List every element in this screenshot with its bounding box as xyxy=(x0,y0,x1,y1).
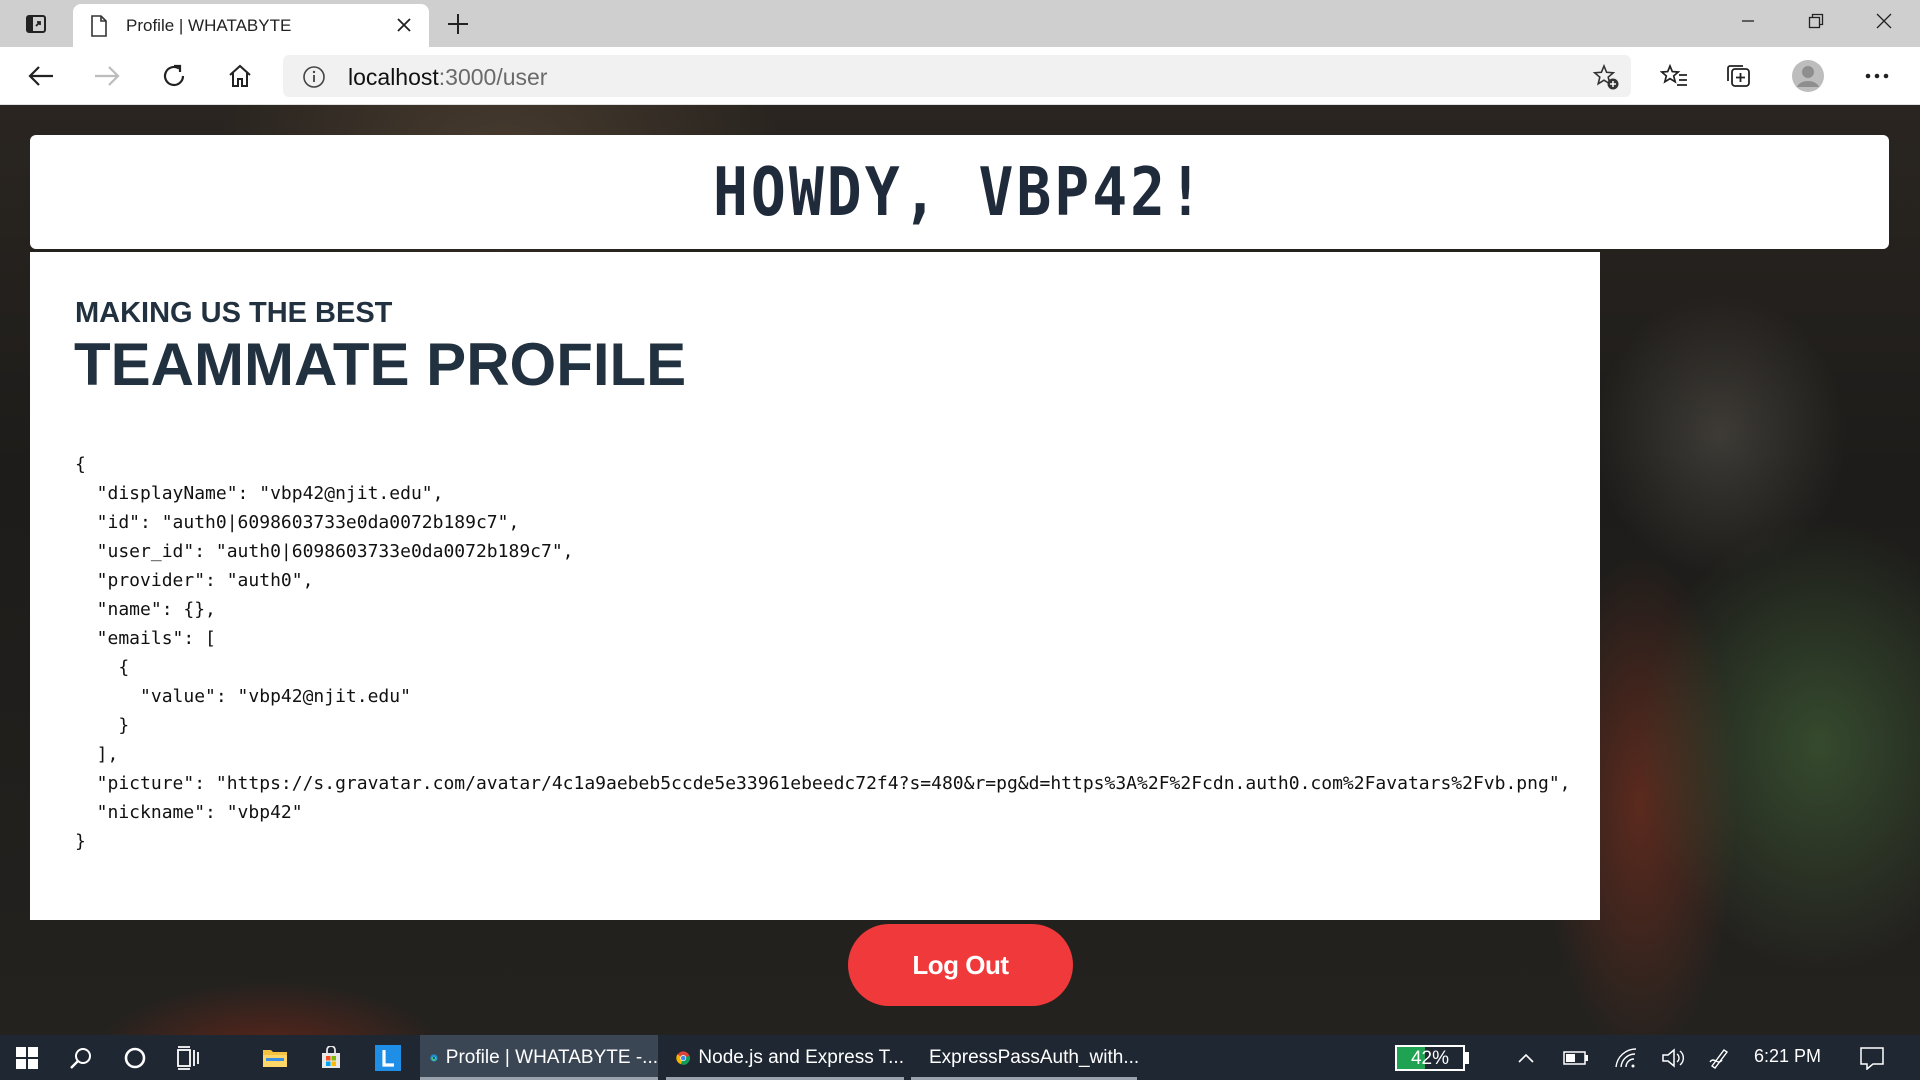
greeting-text: HOWDY, VBP42! xyxy=(713,152,1206,232)
home-icon xyxy=(229,64,251,87)
network-button[interactable] xyxy=(1608,1035,1644,1080)
favorites-icon xyxy=(1660,63,1687,86)
url-path: :3000/user xyxy=(438,64,548,90)
search-button[interactable] xyxy=(56,1035,106,1080)
start-button[interactable] xyxy=(0,1035,54,1080)
battery-icon xyxy=(1563,1050,1588,1065)
greeting-banner: HOWDY, VBP42! xyxy=(30,135,1889,249)
tab-actions-icon xyxy=(26,15,46,33)
clock[interactable]: 6:21 PM xyxy=(1754,1046,1821,1067)
close-window-button[interactable] xyxy=(1854,0,1914,42)
launcher-l-button[interactable] xyxy=(365,1035,411,1080)
taskbar-app-chrome[interactable]: Node.js and Express T... xyxy=(666,1035,904,1080)
taskbar-app-webstorm[interactable]: ExpressPassAuth_with... xyxy=(911,1035,1140,1080)
battery-percent: 42% xyxy=(1410,1048,1450,1069)
battery-nub xyxy=(1465,1052,1469,1064)
cortana-button[interactable] xyxy=(110,1035,160,1080)
taskbar-app-browser[interactable]: Profile | WHATABYTE -... xyxy=(420,1035,658,1080)
store-icon xyxy=(322,1045,340,1068)
browser-tab-active[interactable]: Profile | WHATABYTE xyxy=(73,4,429,47)
tab-title: Profile | WHATABYTE xyxy=(126,16,292,35)
store-button[interactable] xyxy=(308,1035,354,1080)
taskbar: Profile | WHATABYTE -... Node.js and Exp… xyxy=(0,1035,1920,1080)
speaker-icon xyxy=(1662,1047,1684,1068)
windows-icon xyxy=(16,1046,38,1069)
home-button[interactable] xyxy=(221,57,259,95)
tab-close-button[interactable] xyxy=(391,12,417,38)
browser-toolbar: localhost:3000/user xyxy=(0,47,1920,105)
minimize-icon xyxy=(1742,20,1754,22)
pen-workspace-button[interactable] xyxy=(1702,1035,1738,1080)
forward-button[interactable] xyxy=(88,57,126,95)
favorites-button[interactable] xyxy=(1655,57,1693,95)
user-json: { "displayName": "vbp42@njit.edu", "id":… xyxy=(75,454,1571,852)
page-content: HOWDY, VBP42! MAKING US THE BEST TEAMMAT… xyxy=(0,105,1920,1035)
close-icon xyxy=(397,18,411,32)
tab-actions-button[interactable] xyxy=(14,8,58,40)
add-favorite-button[interactable] xyxy=(1591,62,1621,92)
profile-button[interactable] xyxy=(1789,57,1827,95)
avatar-icon xyxy=(1792,60,1824,92)
taskbar-app-label: ExpressPassAuth_with... xyxy=(929,1046,1140,1068)
collections-icon xyxy=(1727,65,1750,87)
page-icon xyxy=(91,15,107,37)
restore-button[interactable] xyxy=(1786,0,1846,42)
chrome-icon xyxy=(676,1050,691,1065)
taskbar-app-label: Node.js and Express T... xyxy=(698,1046,904,1068)
new-tab-button[interactable] xyxy=(442,8,474,40)
more-icon xyxy=(1865,73,1889,79)
refresh-button[interactable] xyxy=(155,57,193,95)
pen-icon xyxy=(1709,1048,1729,1069)
back-button[interactable] xyxy=(22,57,60,95)
url-text[interactable]: localhost:3000/user xyxy=(348,64,547,91)
l-app-icon xyxy=(375,1044,401,1071)
cortana-icon xyxy=(124,1047,146,1068)
folder-icon xyxy=(263,1049,287,1067)
info-icon[interactable] xyxy=(302,65,326,89)
address-bar[interactable]: localhost:3000/user xyxy=(283,55,1631,97)
browser-titlebar: Profile | WHATABYTE xyxy=(0,0,1920,47)
notification-icon xyxy=(1860,1046,1884,1070)
wifi-icon xyxy=(1615,1047,1637,1067)
task-view-icon xyxy=(177,1045,199,1070)
taskbar-app-label: Profile | WHATABYTE -... xyxy=(445,1046,658,1068)
plus-icon xyxy=(448,14,468,34)
battery-meter[interactable]: 42% xyxy=(1395,1045,1465,1071)
profile-card: MAKING US THE BEST TEAMMATE PROFILE { "d… xyxy=(30,252,1600,920)
collections-button[interactable] xyxy=(1720,57,1758,95)
url-host: localhost xyxy=(348,64,439,90)
chevron-up-icon xyxy=(1518,1053,1534,1063)
profile-subheading: MAKING US THE BEST xyxy=(75,297,393,329)
star-add-icon xyxy=(1592,63,1619,90)
notifications-button[interactable] xyxy=(1852,1035,1892,1080)
volume-button[interactable] xyxy=(1656,1035,1692,1080)
settings-menu-button[interactable] xyxy=(1858,57,1896,95)
restore-icon xyxy=(1808,13,1824,29)
minimize-button[interactable] xyxy=(1718,0,1778,42)
search-icon xyxy=(70,1047,91,1069)
refresh-icon xyxy=(163,64,185,87)
close-icon xyxy=(1876,13,1892,29)
show-hidden-icons-button[interactable] xyxy=(1508,1035,1544,1080)
file-explorer-button[interactable] xyxy=(252,1035,298,1080)
profile-heading: TEAMMATE PROFILE xyxy=(74,331,687,398)
logout-button[interactable]: Log Out xyxy=(848,924,1073,1006)
task-view-button[interactable] xyxy=(164,1035,214,1080)
battery-tray-button[interactable] xyxy=(1558,1035,1594,1080)
edge-icon xyxy=(430,1053,438,1062)
arrow-right-icon xyxy=(95,66,120,86)
arrow-left-icon xyxy=(28,66,53,86)
